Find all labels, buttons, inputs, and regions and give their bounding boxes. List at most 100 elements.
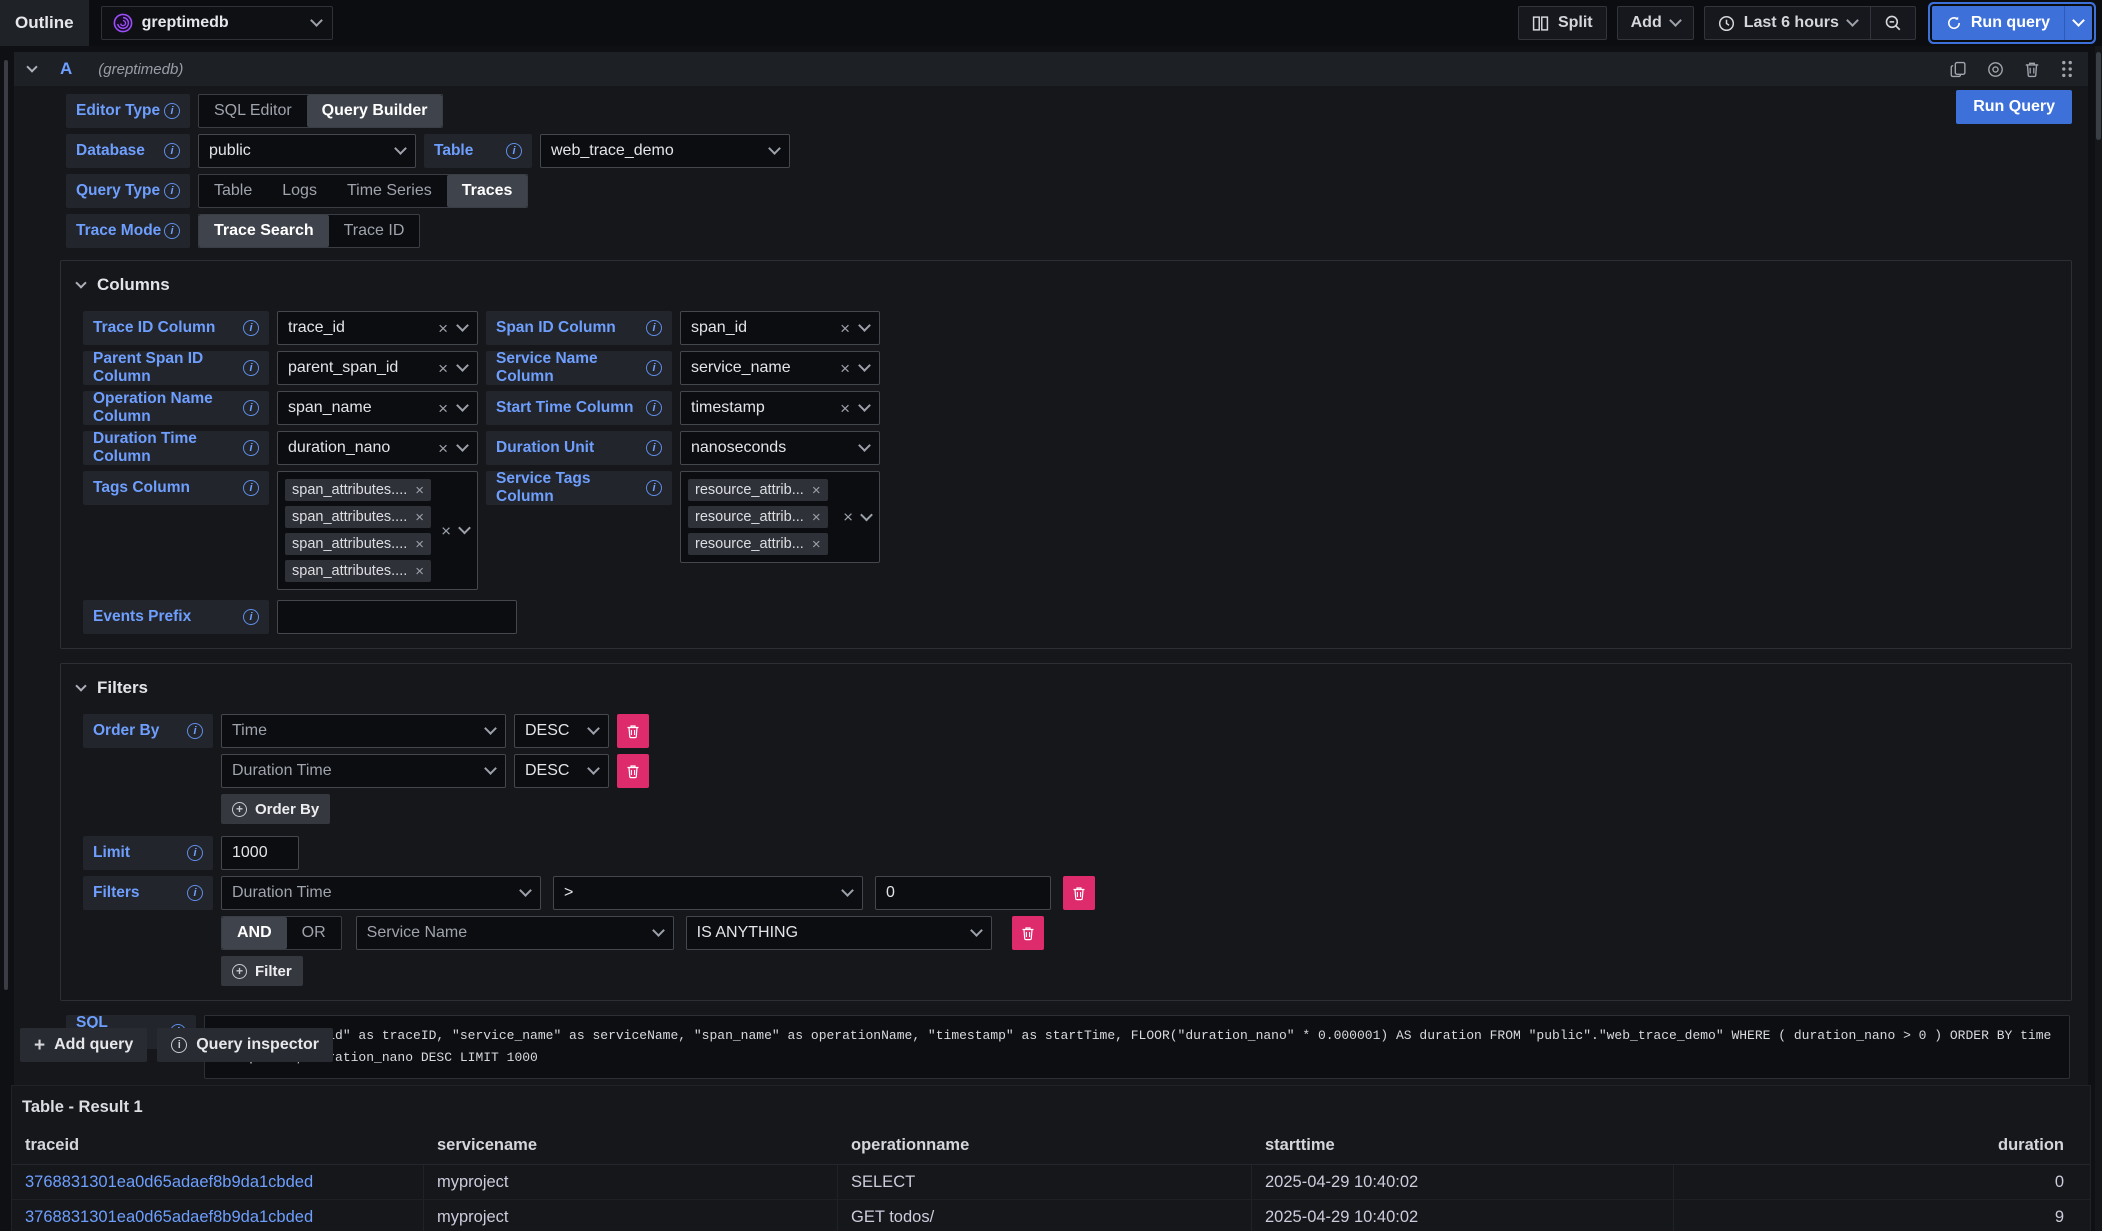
order-by-direction-select[interactable]: DESC	[514, 754, 609, 788]
service-name-column-select[interactable]: service_name ×	[680, 351, 880, 385]
remove-chip-icon[interactable]: ×	[812, 510, 821, 525]
service-tag-chip[interactable]: resource_attrib...×	[688, 479, 828, 501]
collapse-icon[interactable]	[75, 680, 86, 691]
clear-all-icon[interactable]: ×	[441, 522, 451, 539]
service-tags-column-multiselect[interactable]: resource_attrib...× resource_attrib...× …	[680, 471, 880, 563]
remove-order-by-button[interactable]	[617, 714, 649, 748]
order-by-field-select[interactable]: Duration Time	[221, 754, 506, 788]
start-time-column-select[interactable]: timestamp ×	[680, 391, 880, 425]
column-header-starttime[interactable]: starttime	[1252, 1136, 1674, 1155]
hide-response-eye-icon[interactable]	[1987, 61, 2004, 78]
clear-icon[interactable]: ×	[438, 440, 448, 457]
trace-id-link[interactable]: 3768831301ea0d65adaef8b9da1cbded	[25, 1173, 313, 1192]
zoom-out-time-button[interactable]	[1871, 7, 1915, 39]
info-icon[interactable]: i	[187, 845, 203, 861]
trace-id-link[interactable]: 3768831301ea0d65adaef8b9da1cbded	[25, 1208, 313, 1227]
span-id-column-select[interactable]: span_id ×	[680, 311, 880, 345]
order-by-direction-select[interactable]: DESC	[514, 714, 609, 748]
limit-input[interactable]	[221, 836, 299, 870]
info-icon[interactable]: i	[646, 320, 662, 336]
remove-query-trash-icon[interactable]	[2024, 61, 2040, 78]
column-header-duration[interactable]: duration	[1674, 1136, 2090, 1155]
option-logs[interactable]: Logs	[267, 175, 332, 207]
info-icon[interactable]: i	[164, 103, 180, 119]
remove-filter-button[interactable]	[1012, 916, 1044, 950]
remove-chip-icon[interactable]: ×	[812, 537, 821, 552]
clear-all-icon[interactable]: ×	[843, 509, 853, 526]
query-inspector-button[interactable]: i Query inspector	[157, 1028, 333, 1062]
filter-field-select[interactable]: Service Name	[356, 916, 674, 950]
info-icon[interactable]: i	[187, 885, 203, 901]
column-header-servicename[interactable]: servicename	[424, 1136, 838, 1155]
clear-icon[interactable]: ×	[840, 320, 850, 337]
run-query-button[interactable]: Run query	[1932, 6, 2064, 40]
clear-icon[interactable]: ×	[840, 400, 850, 417]
tag-chip[interactable]: span_attributes....×	[285, 533, 431, 555]
option-trace-id[interactable]: Trace ID	[329, 215, 420, 247]
tag-chip[interactable]: span_attributes....×	[285, 560, 431, 582]
info-icon[interactable]: i	[646, 400, 662, 416]
clear-icon[interactable]: ×	[840, 360, 850, 377]
info-icon[interactable]: i	[243, 480, 259, 496]
run-query-options-caret[interactable]	[2064, 6, 2092, 40]
filter-operator-select[interactable]: IS ANYTHING	[686, 916, 992, 950]
info-icon[interactable]: i	[646, 480, 662, 496]
info-icon[interactable]: i	[243, 320, 259, 336]
table-select[interactable]: web_trace_demo	[540, 134, 790, 168]
info-icon[interactable]: i	[164, 223, 180, 239]
info-icon[interactable]: i	[243, 400, 259, 416]
tags-column-multiselect[interactable]: span_attributes....× span_attributes....…	[277, 471, 478, 590]
info-icon[interactable]: i	[646, 360, 662, 376]
filters-section-header[interactable]: Filters	[77, 678, 2057, 698]
columns-section-header[interactable]: Columns	[77, 275, 2057, 295]
info-icon[interactable]: i	[243, 440, 259, 456]
info-icon[interactable]: i	[164, 143, 180, 159]
query-row-header[interactable]: A (greptimedb)	[14, 52, 2088, 86]
clear-icon[interactable]: ×	[438, 360, 448, 377]
info-icon[interactable]: i	[187, 723, 203, 739]
service-tag-chip[interactable]: resource_attrib...×	[688, 506, 828, 528]
remove-chip-icon[interactable]: ×	[415, 564, 424, 579]
clear-icon[interactable]: ×	[438, 400, 448, 417]
tag-chip[interactable]: span_attributes....×	[285, 506, 431, 528]
add-query-button[interactable]: + Add query	[20, 1028, 147, 1062]
duration-unit-select[interactable]: nanoseconds	[680, 431, 880, 465]
collapse-icon[interactable]	[26, 61, 37, 72]
option-or[interactable]: OR	[287, 917, 341, 949]
right-scrollbar[interactable]	[2095, 46, 2102, 1231]
clear-icon[interactable]: ×	[438, 320, 448, 337]
filter-field-select[interactable]: Duration Time	[221, 876, 541, 910]
duplicate-query-icon[interactable]	[1950, 61, 1967, 78]
add-button[interactable]: Add	[1617, 6, 1694, 40]
info-icon[interactable]: i	[164, 183, 180, 199]
option-traces[interactable]: Traces	[447, 175, 528, 207]
parent-span-id-column-select[interactable]: parent_span_id ×	[277, 351, 478, 385]
remove-order-by-button[interactable]	[617, 754, 649, 788]
trace-id-column-select[interactable]: trace_id ×	[277, 311, 478, 345]
time-range-picker[interactable]: Last 6 hours	[1705, 7, 1870, 39]
add-order-by-button[interactable]: + Order By	[221, 794, 330, 824]
column-header-operationname[interactable]: operationname	[838, 1136, 1252, 1155]
tag-chip[interactable]: span_attributes....×	[285, 479, 431, 501]
option-sql-editor[interactable]: SQL Editor	[199, 95, 307, 127]
column-header-traceid[interactable]: traceid	[12, 1136, 424, 1155]
info-icon[interactable]: i	[243, 360, 259, 376]
scrollbar-thumb[interactable]	[2096, 52, 2101, 140]
remove-filter-button[interactable]	[1063, 876, 1095, 910]
option-table[interactable]: Table	[199, 175, 267, 207]
info-icon[interactable]: i	[506, 143, 522, 159]
option-and[interactable]: AND	[222, 917, 287, 949]
remove-chip-icon[interactable]: ×	[415, 537, 424, 552]
run-query-inner-button[interactable]: Run Query	[1956, 90, 2072, 124]
collapse-icon[interactable]	[75, 277, 86, 288]
order-by-field-select[interactable]: Time	[221, 714, 506, 748]
outline-toggle[interactable]: Outline	[0, 0, 89, 46]
option-query-builder[interactable]: Query Builder	[307, 95, 443, 127]
option-trace-search[interactable]: Trace Search	[199, 215, 329, 247]
filter-value-input[interactable]	[875, 876, 1051, 910]
duration-time-column-select[interactable]: duration_nano ×	[277, 431, 478, 465]
remove-chip-icon[interactable]: ×	[415, 483, 424, 498]
database-select[interactable]: public	[198, 134, 416, 168]
info-icon[interactable]: i	[646, 440, 662, 456]
drag-handle-icon[interactable]	[2060, 60, 2074, 78]
